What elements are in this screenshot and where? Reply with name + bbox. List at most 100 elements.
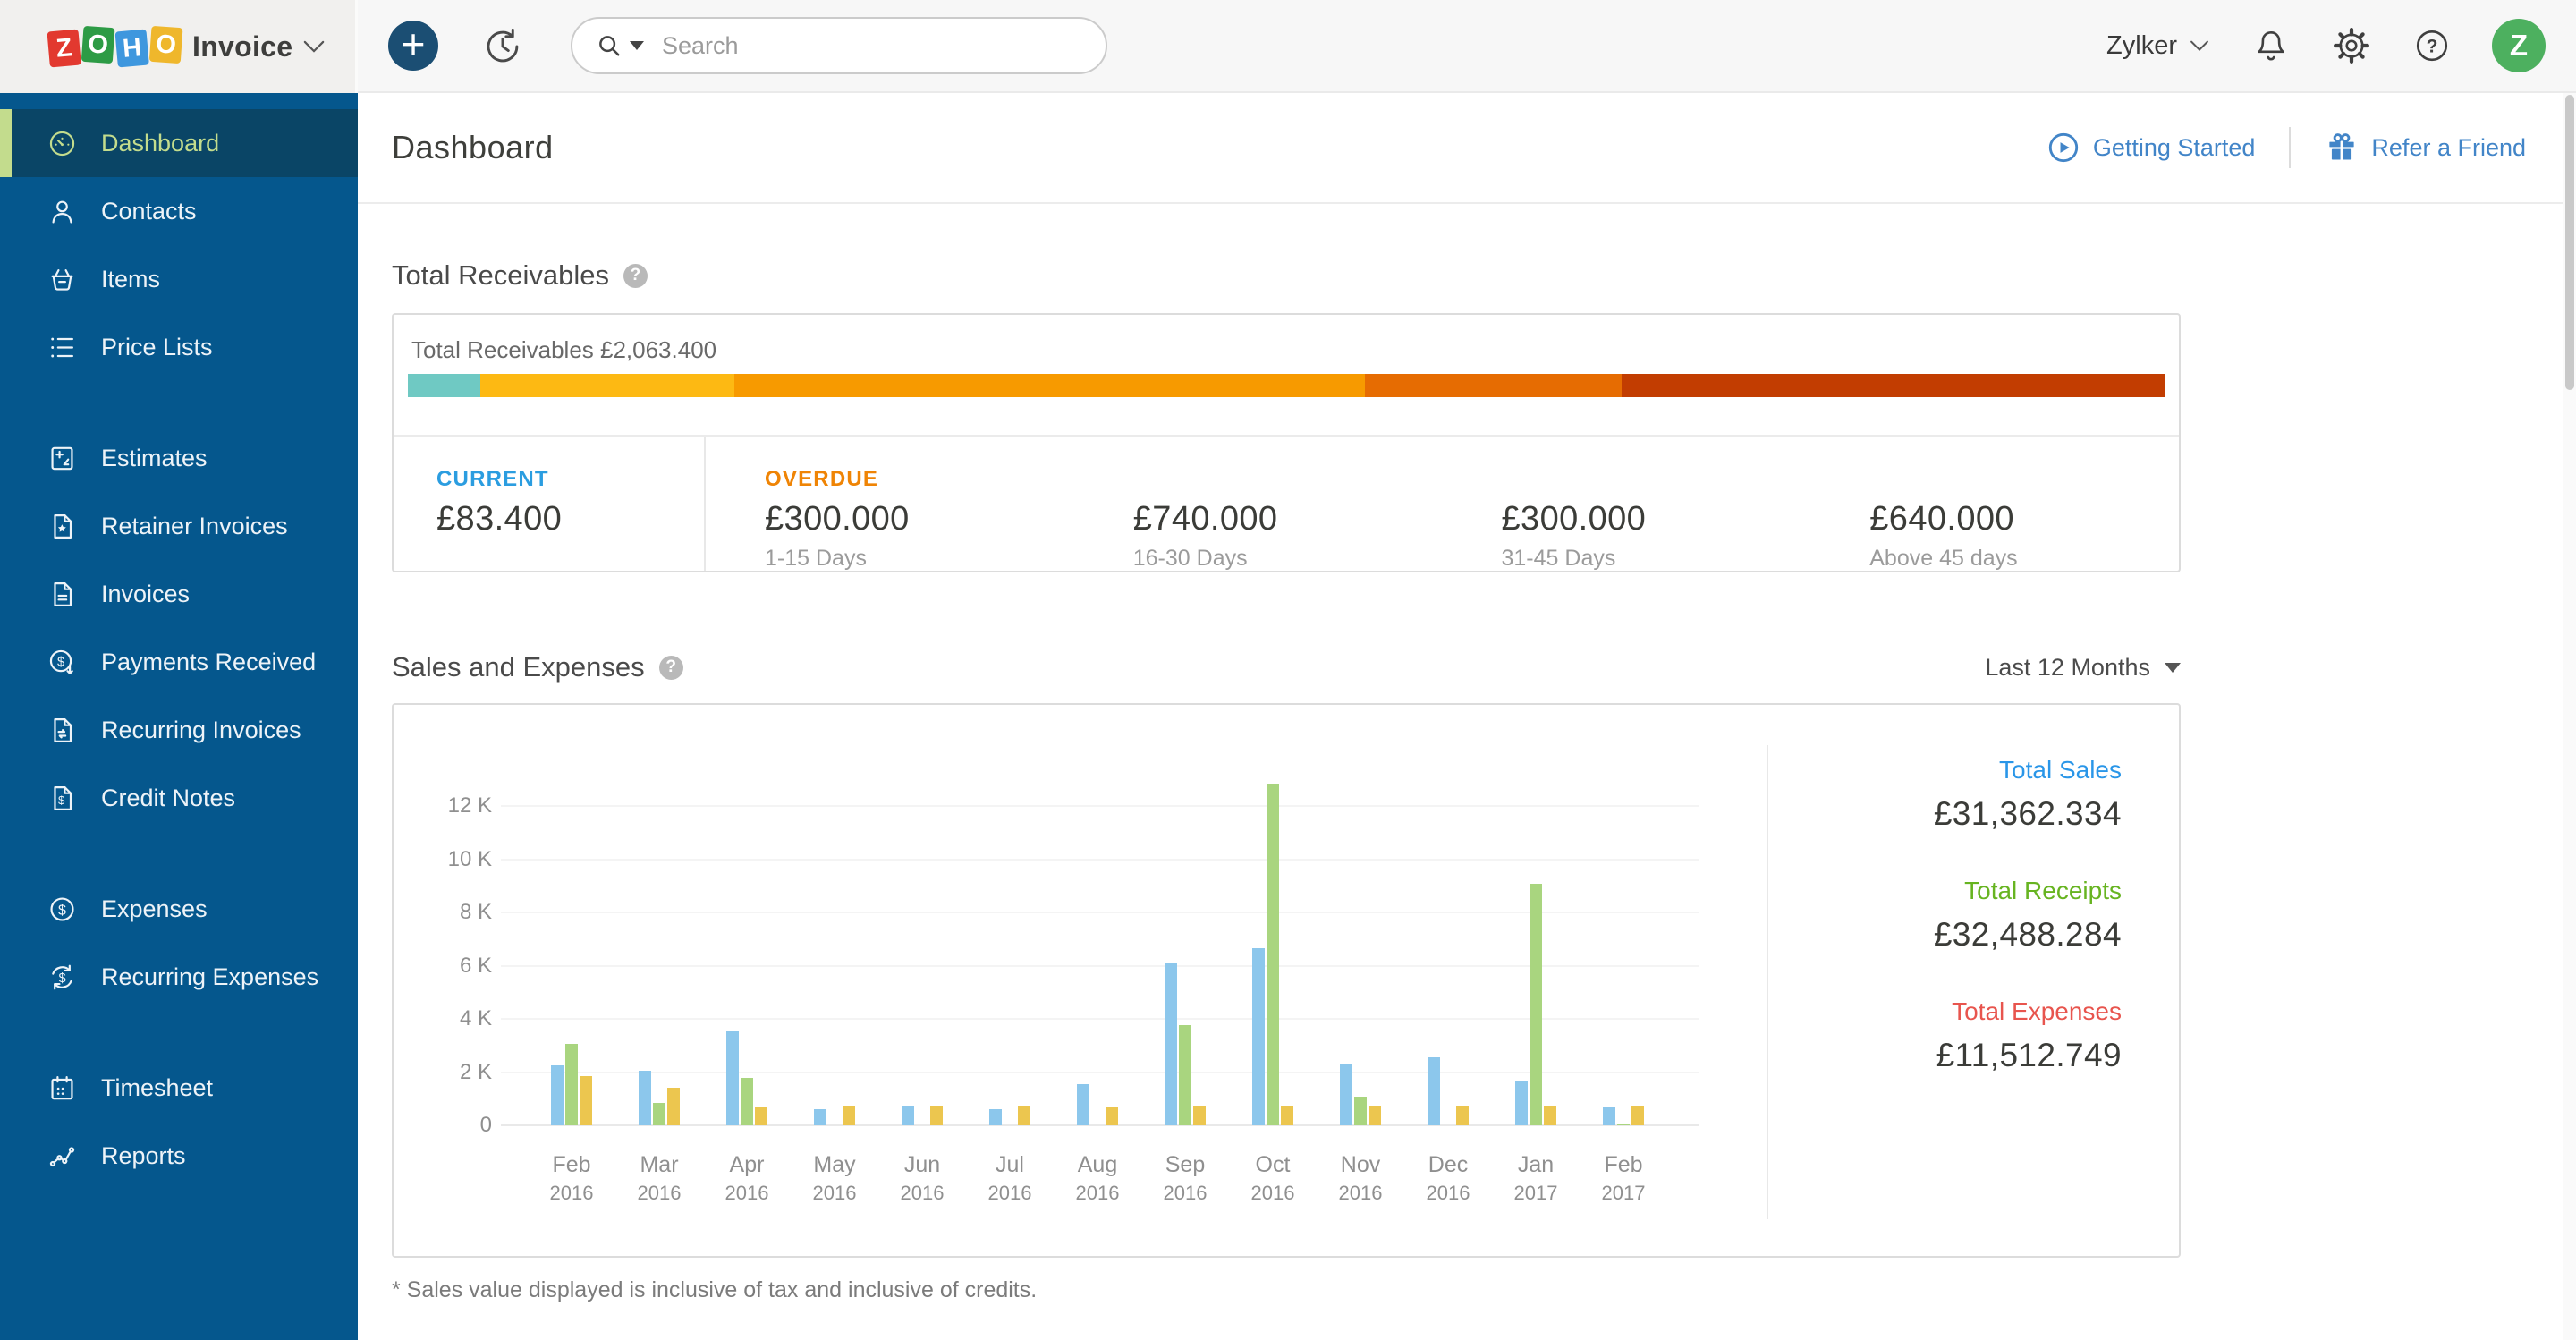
user-avatar[interactable]: Z (2492, 19, 2546, 72)
sales-expenses-title: Sales and Expenses (392, 651, 645, 683)
avatar-letter: Z (2510, 29, 2528, 63)
svg-text:$: $ (57, 655, 64, 669)
search-scope-caret-icon[interactable] (630, 41, 644, 50)
sidebar-item-price-lists[interactable]: Price Lists (0, 313, 358, 381)
search-icon (596, 32, 623, 59)
sidebar-item-reports[interactable]: Reports (0, 1122, 358, 1190)
x-axis-label-feb-2017: Feb2017 (1570, 1152, 1677, 1206)
stat-overdue-label (1133, 465, 1443, 494)
y-axis-tick-label: 4 K (402, 1005, 492, 1032)
sidebar-item-label: Recurring Expenses (101, 963, 318, 991)
y-axis-tick-label: 10 K (402, 846, 492, 873)
scrollbar-thumb[interactable] (2565, 95, 2574, 390)
period-filter-value: Last 12 Months (1985, 654, 2150, 682)
bar-expenses-jul-2016 (1018, 1106, 1030, 1125)
bar-sales-jul-2016 (989, 1109, 1002, 1125)
sidebar-item-timesheet[interactable]: Timesheet (0, 1054, 358, 1122)
stat-overdue-label (1502, 465, 1811, 494)
sidebar-item-label: Timesheet (101, 1074, 213, 1102)
sidebar-item-payments-received[interactable]: $ Payments Received (0, 628, 358, 696)
expense-icon: $ (47, 894, 78, 925)
stat-value: £740.000 (1133, 499, 1443, 539)
refer-a-friend-link[interactable]: Refer a Friend (2325, 131, 2526, 165)
sidebar-group-2: $Expenses$Recurring Expenses (0, 875, 358, 1011)
y-axis-tick-label: 12 K (402, 793, 492, 819)
gridline (501, 859, 1699, 861)
sidebar-item-label: Invoices (101, 581, 190, 608)
app-window: ZOHO Invoice + Zylker (0, 0, 2576, 1340)
sidebar: DashboardContactsItemsPrice Lists Estimat… (0, 93, 358, 1340)
bar-expenses-sep-2016 (1193, 1106, 1206, 1125)
stat-31-45-days: £300.000 31-45 Days (1443, 437, 1811, 571)
caret-down-icon (2165, 663, 2181, 673)
sidebar-item-label: Recurring Invoices (101, 717, 301, 744)
stat-overdue-label: OVERDUE (765, 465, 1074, 494)
sidebar-item-invoices[interactable]: Invoices (0, 560, 358, 628)
scrollbar[interactable] (2563, 93, 2576, 1340)
stat-1-15-days: OVERDUE£300.0001-15 Days (706, 437, 1074, 571)
stat-period: 16-30 Days (1133, 546, 1443, 572)
bar-sales-mar-2016 (639, 1071, 651, 1125)
gridline (501, 1018, 1699, 1020)
zoho-logo: ZOHO (48, 29, 182, 64)
sidebar-item-credit-notes[interactable]: $Credit Notes (0, 764, 358, 832)
bar-sales-jan-2017 (1515, 1081, 1528, 1125)
getting-started-link[interactable]: Getting Started (2046, 131, 2256, 165)
sidebar-item-dashboard[interactable]: Dashboard (0, 109, 358, 177)
sidebar-item-label: Retainer Invoices (101, 513, 288, 540)
sidebar-item-contacts[interactable]: Contacts (0, 177, 358, 245)
sidebar-item-expenses[interactable]: $Expenses (0, 875, 358, 943)
sidebar-item-recurring-invoices[interactable]: Recurring Invoices (0, 696, 358, 764)
y-axis-tick-label: 0 (402, 1112, 492, 1139)
total-receivables-card: Total Receivables £2,063.400 CURRENT£83.… (392, 313, 2181, 572)
sidebar-item-retainer-invoices[interactable]: Retainer Invoices (0, 492, 358, 560)
total-total-expenses: Total Expenses£11,512.749 (1934, 997, 2122, 1075)
receivables-segment-overdue-31-45-days (1365, 374, 1622, 397)
timesheet-icon (47, 1073, 78, 1104)
bar-sales-may-2016 (814, 1109, 826, 1125)
page-actions: Getting Started Refer a Friend (2046, 127, 2526, 168)
settings-gear-icon[interactable] (2333, 27, 2370, 64)
stat-value: £300.000 (1502, 499, 1811, 539)
page-title: Dashboard (392, 129, 554, 166)
search-bar[interactable] (571, 17, 1107, 74)
sidebar-group-3: Timesheet Reports (0, 1054, 358, 1190)
chart-footnote: * Sales value displayed is inclusive of … (392, 1277, 2576, 1303)
recent-history-icon[interactable] (481, 25, 522, 66)
org-switcher[interactable]: Zylker (2106, 31, 2209, 61)
brand-logo[interactable]: ZOHO Invoice (0, 0, 358, 93)
total-label: Total Expenses (1934, 997, 2122, 1027)
sidebar-item-label: Reports (101, 1142, 186, 1170)
logo-tile-3: O (149, 26, 183, 64)
sidebar-item-items[interactable]: Items (0, 245, 358, 313)
bar-expenses-aug-2016 (1106, 1107, 1118, 1125)
sidebar-item-recurring-expenses[interactable]: $ Recurring Expenses (0, 943, 358, 1011)
svg-text:$: $ (58, 902, 66, 918)
help-badge-icon[interactable]: ? (659, 656, 683, 680)
help-icon[interactable]: ? (2413, 27, 2451, 64)
bar-receipts-nov-2016 (1354, 1097, 1367, 1125)
bar-expenses-may-2016 (843, 1106, 855, 1125)
help-badge-icon[interactable]: ? (623, 264, 648, 288)
sidebar-group-0: DashboardContactsItemsPrice Lists (0, 109, 358, 381)
sidebar-item-estimates[interactable]: Estimates (0, 424, 358, 492)
total-value: £32,488.284 (1934, 915, 2122, 954)
notifications-bell-icon[interactable] (2252, 27, 2290, 64)
total-receivables-title: Total Receivables (392, 259, 609, 292)
sidebar-item-label: Payments Received (101, 649, 316, 676)
total-total-receipts: Total Receipts£32,488.284 (1934, 876, 2122, 954)
stat-current: CURRENT£83.400 (394, 437, 704, 571)
search-input[interactable] (660, 31, 1082, 61)
gridline (501, 805, 1699, 807)
quick-create-button[interactable]: + (388, 21, 438, 71)
recurring-expense-icon: $ (47, 962, 78, 993)
chevron-down-icon (303, 40, 325, 54)
period-filter-dropdown[interactable]: Last 12 Months (1985, 654, 2181, 682)
stat-period: 31-45 Days (1502, 546, 1811, 572)
topbar-right: Zylker ? Z (2106, 19, 2576, 72)
gridline (501, 912, 1699, 913)
total-receivables-heading: Total Receivables ? (392, 259, 2576, 292)
sidebar-item-label: Credit Notes (101, 784, 235, 812)
bar-receipts-mar-2016 (653, 1103, 665, 1125)
product-name: Invoice (192, 30, 292, 64)
